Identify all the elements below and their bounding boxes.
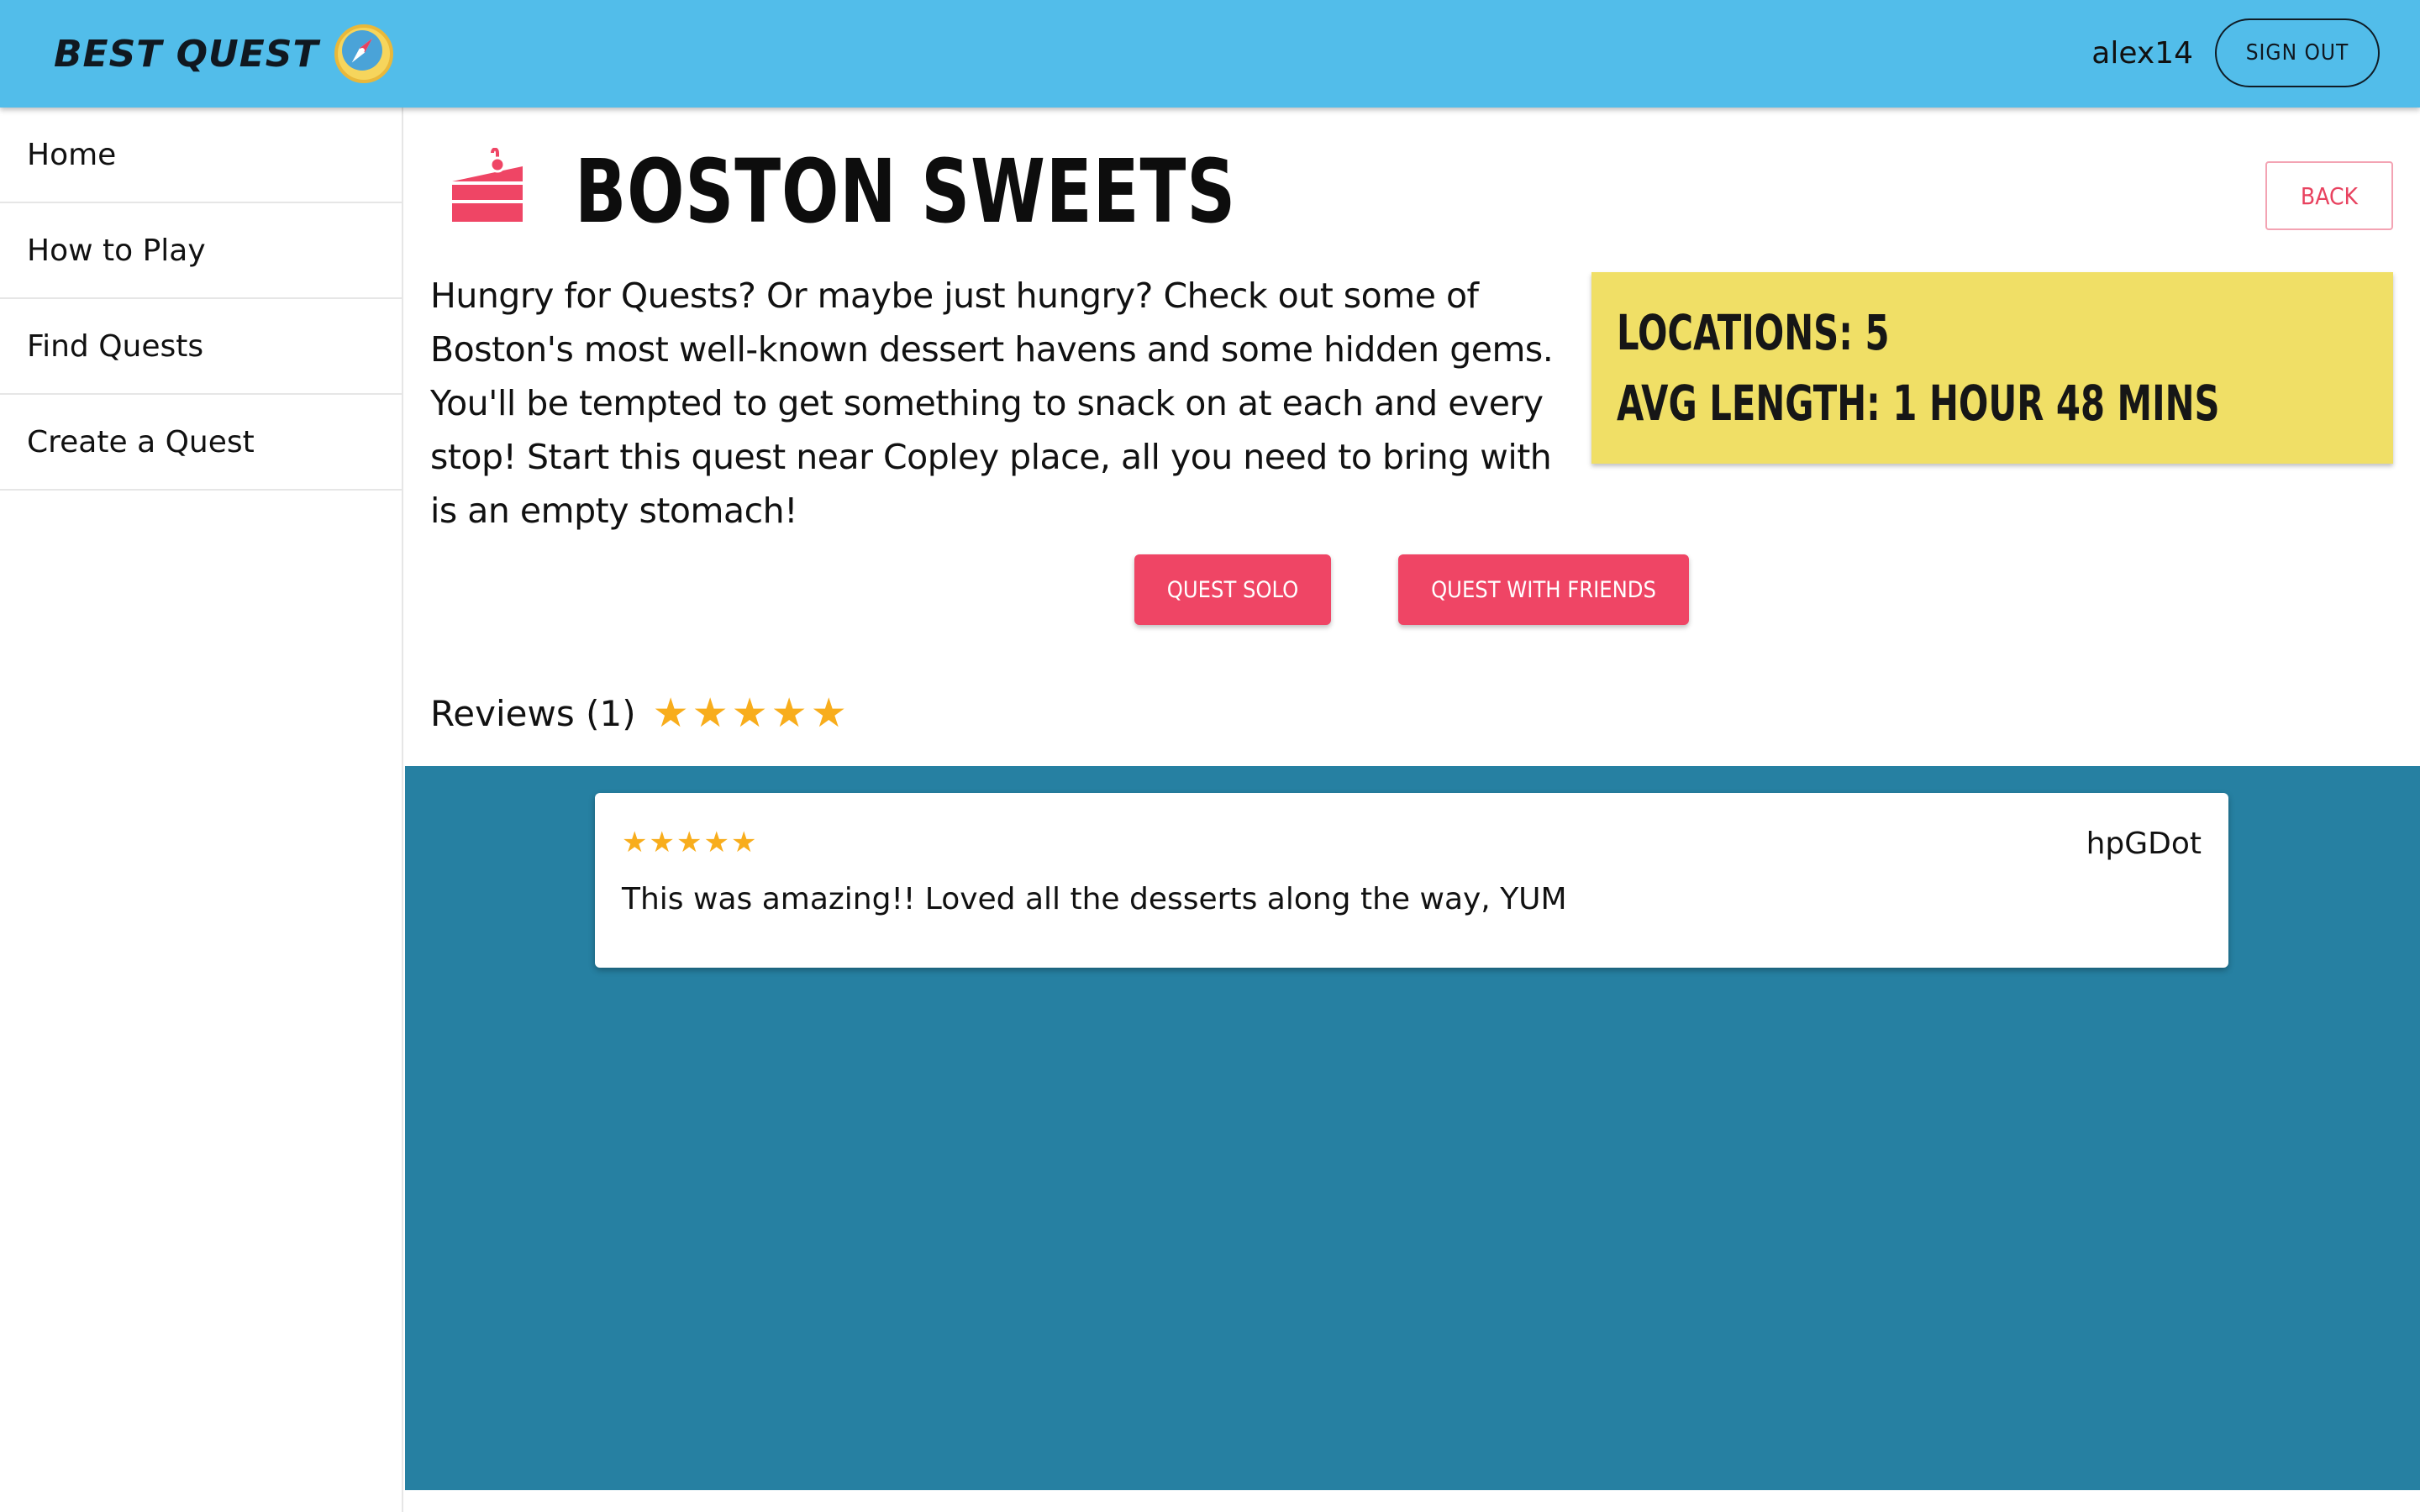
star-icon: ★ bbox=[771, 690, 808, 737]
sidebar-item-how-to-play[interactable]: How to Play bbox=[0, 203, 402, 299]
compass-icon bbox=[334, 24, 393, 83]
app-header: BEST QUEST alex14 SIGN OUT bbox=[0, 0, 2420, 108]
sidebar: Home How to Play Find Quests Create a Qu… bbox=[0, 108, 403, 1512]
review-text: This was amazing!! Loved all the dessert… bbox=[622, 882, 1567, 916]
brand-name: BEST QUEST bbox=[54, 32, 319, 76]
review-rating: ★ ★ ★ ★ ★ bbox=[622, 828, 758, 857]
star-icon: ★ bbox=[703, 826, 729, 859]
sidebar-item-find-quests[interactable]: Find Quests bbox=[0, 299, 402, 395]
star-icon: ★ bbox=[676, 826, 702, 859]
locations-stat: LOCATIONS: 5 bbox=[1617, 304, 1890, 361]
quest-stats-panel: LOCATIONS: 5 AVG LENGTH: 1 HOUR 48 MINS bbox=[1591, 272, 2393, 464]
star-icon: ★ bbox=[622, 826, 648, 859]
username: alex14 bbox=[2091, 36, 2193, 71]
quest-description: Hungry for Quests? Or maybe just hungry?… bbox=[430, 276, 1554, 531]
sidebar-item-create-quest[interactable]: Create a Quest bbox=[0, 395, 402, 491]
star-icon: ★ bbox=[649, 826, 675, 859]
reviews-count-label: Reviews (1) bbox=[430, 692, 636, 734]
star-icon: ★ bbox=[731, 690, 768, 737]
quest-with-friends-button[interactable]: QUEST WITH FRIENDS bbox=[1398, 554, 1689, 625]
quest-solo-button[interactable]: QUEST SOLO bbox=[1134, 554, 1331, 625]
quest-title: BOSTON SWEETS bbox=[575, 140, 1237, 243]
review-card: ★ ★ ★ ★ ★ hpGDot This was amazing!! Love… bbox=[595, 793, 2228, 968]
reviews-heading: Reviews (1) ★ ★ ★ ★ ★ bbox=[430, 684, 850, 743]
sign-out-button[interactable]: SIGN OUT bbox=[2215, 18, 2380, 87]
back-button[interactable]: BACK bbox=[2265, 161, 2393, 230]
avg-length-stat: AVG LENGTH: 1 HOUR 48 MINS bbox=[1617, 375, 2220, 432]
average-rating: ★ ★ ★ ★ ★ bbox=[653, 693, 850, 733]
star-icon: ★ bbox=[810, 690, 847, 737]
star-icon: ★ bbox=[730, 826, 757, 859]
review-author: hpGDot bbox=[2086, 827, 2202, 861]
star-icon: ★ bbox=[652, 690, 689, 737]
star-icon: ★ bbox=[692, 690, 729, 737]
brand[interactable]: BEST QUEST bbox=[54, 24, 395, 84]
sidebar-item-home[interactable]: Home bbox=[0, 108, 402, 203]
cake-icon bbox=[452, 148, 523, 222]
